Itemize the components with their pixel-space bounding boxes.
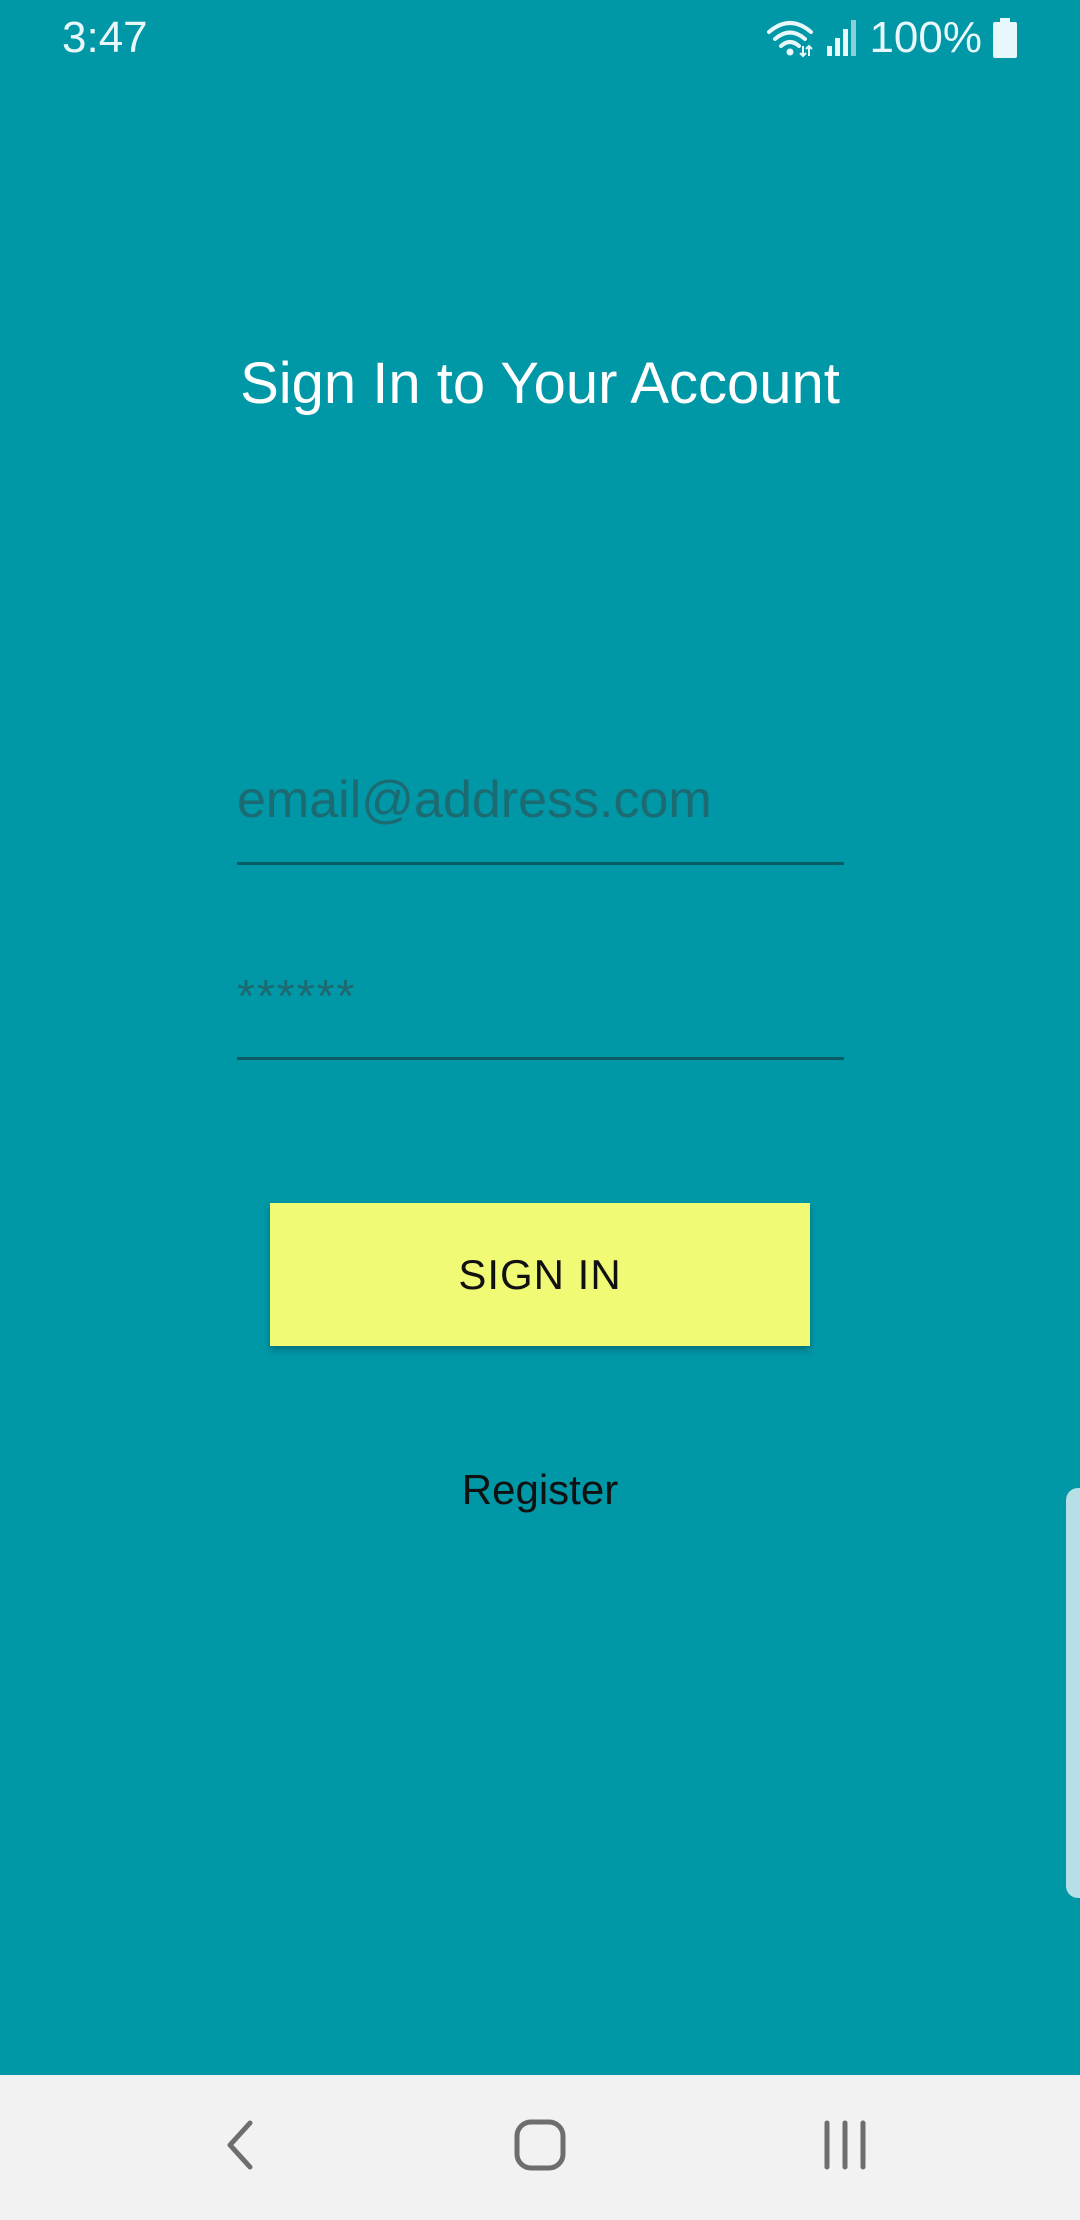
home-button[interactable] [460, 2075, 620, 2220]
navigation-bar [0, 2075, 1080, 2220]
battery-icon [992, 17, 1018, 59]
login-screen: 3:47 100% Sign In to Your Account email@… [0, 0, 1080, 2220]
status-icons: 100% [765, 10, 1018, 66]
status-time: 3:47 [62, 13, 148, 62]
email-field-container [237, 755, 844, 865]
back-button[interactable] [160, 2075, 320, 2220]
edge-panel-handle[interactable] [1066, 1488, 1080, 1898]
signal-icon [825, 18, 859, 58]
password-field-container [237, 950, 844, 1060]
sign-in-button[interactable]: SIGN IN [270, 1203, 810, 1346]
page-title: Sign In to Your Account [240, 351, 840, 416]
password-field[interactable] [237, 963, 844, 1027]
back-icon [220, 2117, 260, 2178]
sign-in-button-label: SIGN IN [458, 1250, 622, 1298]
wifi-icon [765, 18, 815, 58]
recents-button[interactable] [765, 2075, 925, 2220]
recents-icon [820, 2117, 870, 2178]
register-link[interactable]: Register [0, 1460, 1080, 1520]
battery-percent: 100% [869, 13, 982, 62]
email-field[interactable] [237, 768, 844, 832]
home-icon [512, 2117, 568, 2178]
status-bar: 3:47 100% [0, 0, 1080, 76]
